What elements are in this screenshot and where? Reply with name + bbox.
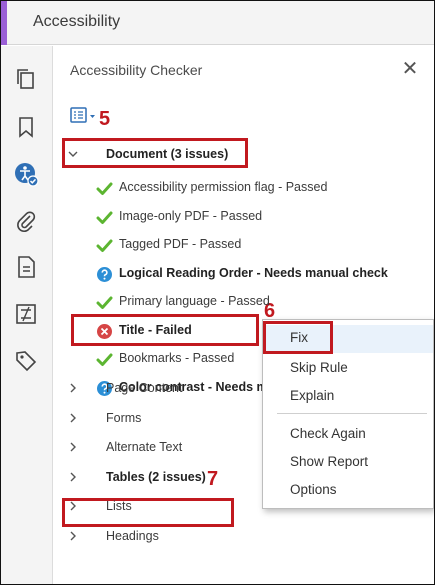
menu-item-label: Show Report [290, 454, 369, 469]
chevron-right-icon[interactable] [66, 499, 80, 513]
tree-category[interactable]: Forms [62, 407, 292, 433]
check-label: Accessibility permission flag - Passed [119, 180, 328, 194]
check-row[interactable]: Tagged PDF - Passed [96, 233, 426, 259]
check-icon [96, 351, 113, 368]
help-icon [96, 266, 113, 283]
tree-category-label: Page Content [106, 381, 183, 395]
callout-box-fix [263, 321, 333, 354]
window-title: Accessibility [33, 13, 121, 30]
app-window: Accessibility Accessibility Checker ✕ Do… [0, 0, 435, 585]
tree-category-label: Tables (2 issues) [106, 469, 206, 484]
titlebar-accent [1, 1, 7, 45]
tree-category[interactable]: Page Content [62, 377, 292, 403]
attachment-icon[interactable] [13, 208, 39, 234]
check-icon [96, 294, 113, 311]
check-label: Tagged PDF - Passed [119, 237, 242, 251]
check-icon [96, 209, 113, 226]
tag-icon[interactable] [13, 348, 39, 374]
panel-header: Accessibility Checker ✕ [54, 46, 434, 92]
check-label: Bookmarks - Passed [119, 351, 235, 365]
pages-icon[interactable] [13, 66, 39, 92]
callout-number-5: 5 [99, 108, 111, 130]
tree-category-label: Headings [106, 528, 159, 543]
check-row[interactable]: Logical Reading Order - Needs manual che… [96, 262, 426, 288]
check-icon [96, 180, 113, 197]
tree-category[interactable]: Tables (2 issues) [62, 466, 292, 492]
check-row[interactable]: Primary language - Passed [96, 290, 426, 316]
menu-item-explain[interactable]: Explain [263, 383, 433, 411]
tree-category-label: Lists [106, 499, 132, 513]
check-label: Image-only PDF - Passed [119, 208, 263, 223]
menu-item-show-report[interactable]: Show Report [263, 449, 433, 477]
error-icon [96, 323, 113, 340]
callout-box-document [62, 138, 248, 168]
compare-icon[interactable] [13, 301, 39, 327]
chevron-right-icon[interactable] [66, 411, 80, 425]
tree-category-label: Forms [106, 410, 142, 425]
menu-item-label: Explain [290, 388, 335, 403]
close-button[interactable]: ✕ [398, 57, 422, 81]
tree-category[interactable]: Lists [62, 495, 292, 521]
tree-category[interactable]: Headings [62, 525, 292, 551]
menu-item-label: Check Again [290, 426, 366, 441]
check-label: Primary language - Passed [119, 294, 270, 308]
chevron-right-icon[interactable] [66, 381, 80, 395]
chevron-right-icon[interactable] [66, 440, 80, 454]
menu-separator [277, 413, 427, 414]
bookmark-icon[interactable] [13, 114, 39, 140]
tree-category-label: Alternate Text [106, 440, 183, 454]
tree-category[interactable]: Alternate Text [62, 436, 292, 462]
menu-item-label: Skip Rule [290, 360, 348, 375]
tool-rail [1, 46, 53, 584]
options-menu-button[interactable] [70, 106, 98, 126]
check-row[interactable]: Accessibility permission flag - Passed [96, 176, 426, 202]
check-icon [96, 237, 113, 254]
titlebar: Accessibility [1, 1, 434, 45]
chevron-right-icon[interactable] [66, 529, 80, 543]
check-label: Logical Reading Order - Needs manual che… [119, 265, 388, 280]
menu-item-skip-rule[interactable]: Skip Rule [263, 355, 433, 383]
document-properties-icon[interactable] [13, 254, 39, 280]
accessibility-icon[interactable] [13, 161, 39, 187]
menu-item-check-again[interactable]: Check Again [263, 421, 433, 449]
menu-item-options[interactable]: Options [263, 477, 433, 505]
panel-title: Accessibility Checker [70, 62, 203, 78]
check-label: Title - Failed [119, 322, 192, 337]
chevron-right-icon[interactable] [66, 470, 80, 484]
check-row[interactable]: Image-only PDF - Passed [96, 205, 426, 231]
menu-item-label: Options [290, 482, 337, 497]
